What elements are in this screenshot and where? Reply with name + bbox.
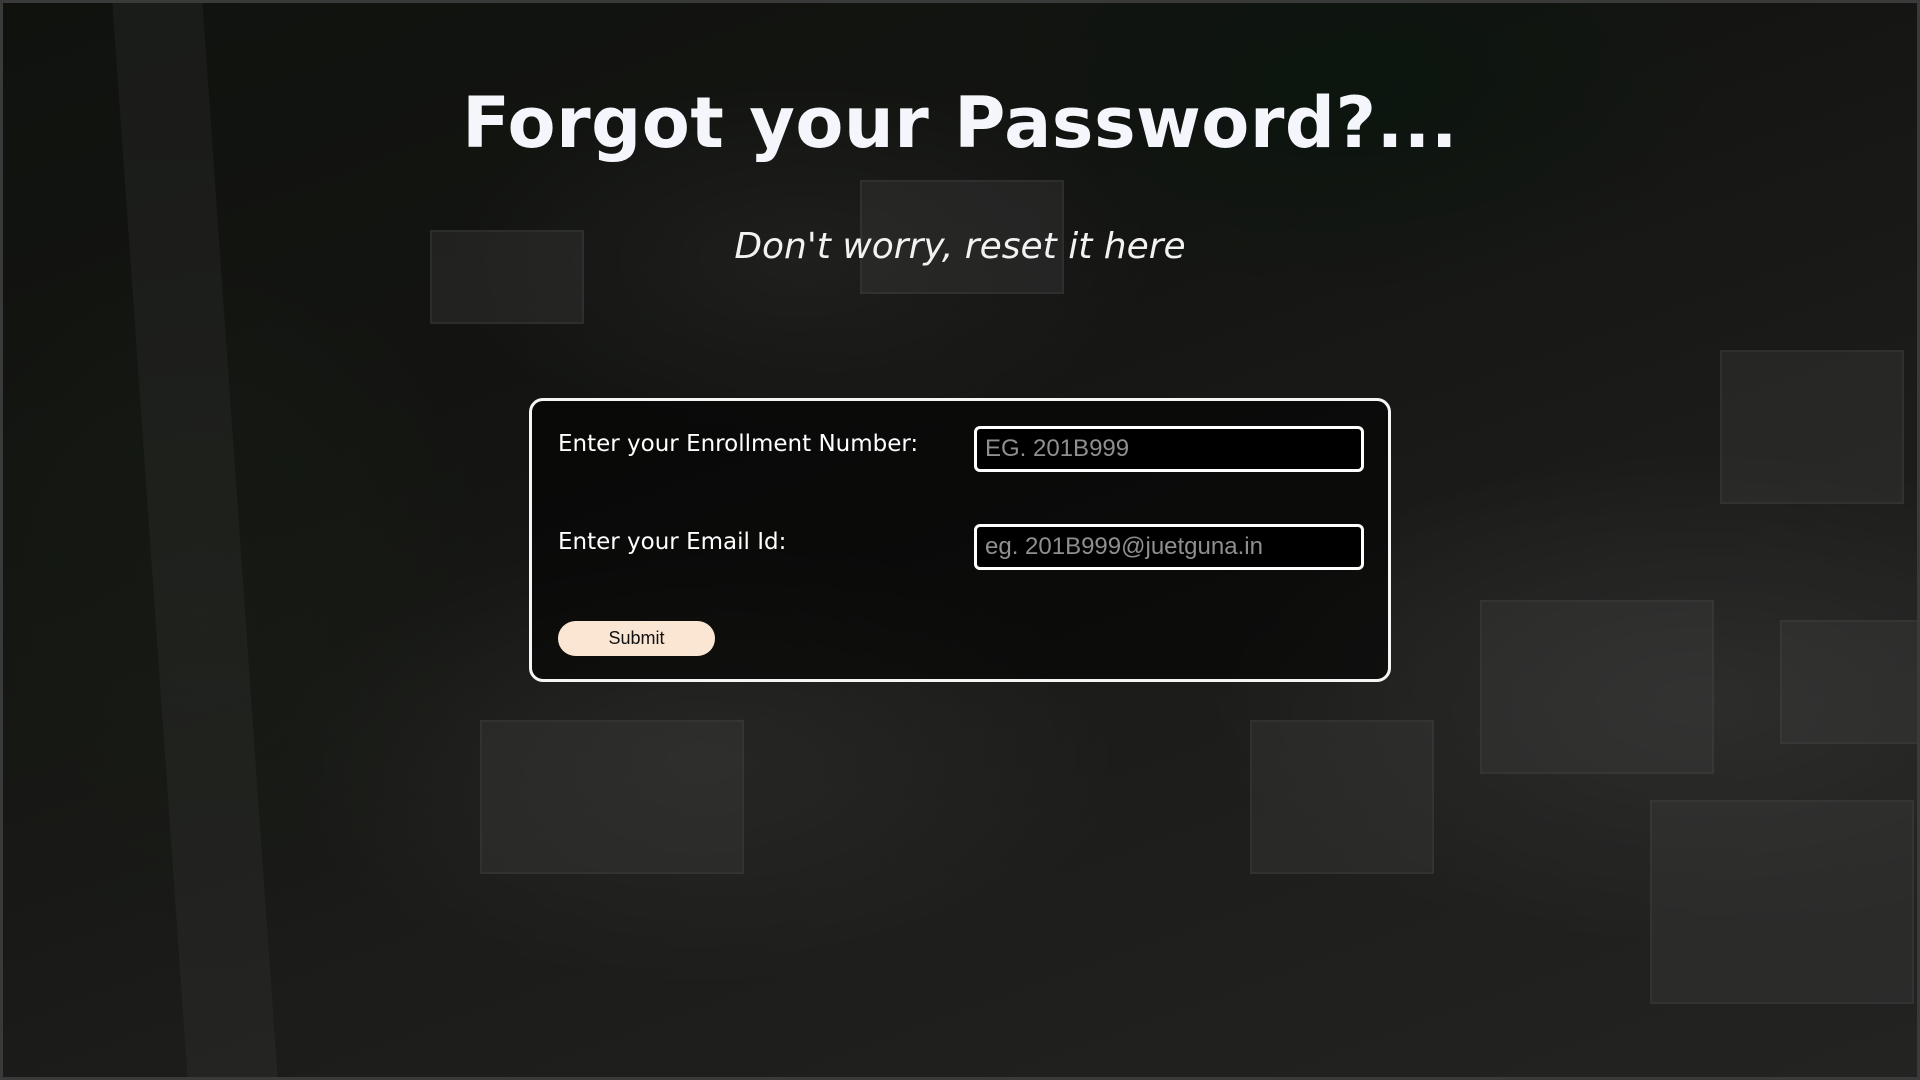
email-label: Enter your Email Id: (558, 529, 787, 555)
reset-password-form: Enter your Enrollment Number: Enter your… (529, 398, 1391, 682)
enrollment-number-input[interactable] (974, 426, 1364, 472)
page-title: Forgot your Password?... (462, 82, 1458, 164)
email-input[interactable] (974, 524, 1364, 570)
page-subtitle: Don't worry, reset it here (734, 226, 1186, 267)
submit-button[interactable]: Submit (558, 621, 715, 656)
enrollment-number-label: Enter your Enrollment Number: (558, 431, 919, 457)
